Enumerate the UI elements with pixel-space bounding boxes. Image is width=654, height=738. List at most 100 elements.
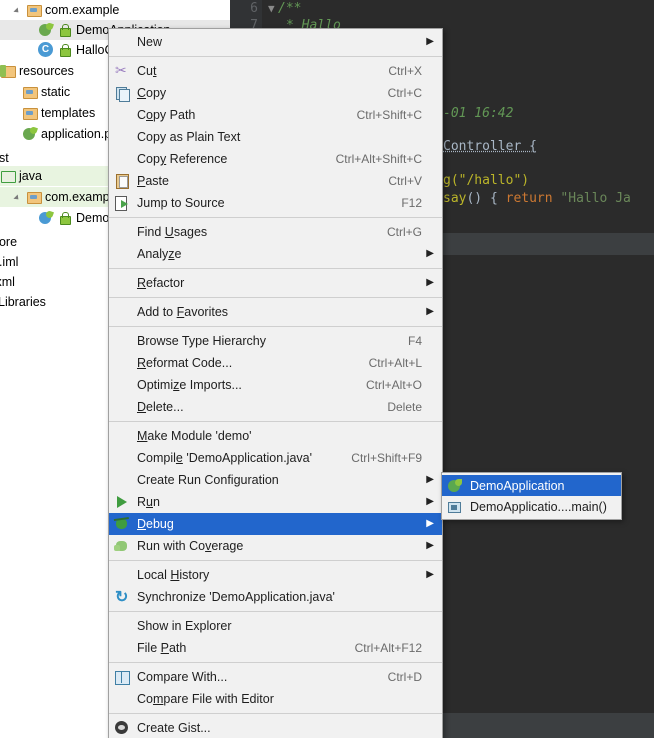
menu-item-label: Reformat Code... [137, 356, 233, 370]
menu-item-label: Analyze [137, 247, 182, 261]
menu-separator [109, 217, 442, 218]
menu-item-label: Paste [137, 174, 169, 188]
line-number-6: 6 [250, 1, 258, 16]
menu-item-label: New [137, 35, 163, 49]
java-run-icon [446, 499, 464, 515]
code-string-hallo: "Hallo Ja [552, 191, 631, 206]
tree-node-label: Libraries [0, 295, 46, 309]
menu-item-jump-to-source[interactable]: Jump to Source F12 [109, 192, 442, 214]
resources-folder-icon [0, 63, 16, 79]
screen-root: 6 7 ▼ /** * Hallo -01 16:42 Controller {… [0, 0, 654, 738]
menu-item-run-with-coverage[interactable]: Run with Coverage ▶ [109, 535, 442, 557]
menu-item-icon-placeholder [113, 34, 131, 50]
submenu-arrow-icon: ▶ [426, 569, 434, 580]
menu-item-paste[interactable]: Paste Ctrl+V [109, 170, 442, 192]
menu-item-compare-with[interactable]: Compare With... Ctrl+D [109, 666, 442, 688]
spring-run-icon [446, 478, 464, 494]
tree-node-label: est [0, 151, 9, 165]
menu-item-icon-placeholder [113, 450, 131, 466]
menu-item-label: Debug [137, 517, 174, 531]
chevron-down-icon[interactable] [14, 5, 25, 16]
menu-item-create-gist[interactable]: Create Gist... [109, 717, 442, 738]
menu-item-debug[interactable]: Debug ▶ [109, 513, 442, 535]
menu-item-label: Compare With... [137, 670, 228, 684]
menu-item-local-history[interactable]: Local History ▶ [109, 564, 442, 586]
scissors-icon [113, 62, 131, 79]
menu-item-file-path[interactable]: File Path Ctrl+Alt+F12 [109, 637, 442, 659]
menu-item-icon-placeholder [113, 618, 131, 634]
menu-item-synchronize[interactable]: Synchronize 'DemoApplication.java' [109, 586, 442, 608]
menu-item-compile[interactable]: Compile 'DemoApplication.java' Ctrl+Shift… [109, 447, 442, 469]
menu-item-new[interactable]: New ▶ [109, 31, 442, 53]
tree-node-label: static [41, 85, 71, 99]
lock-icon [57, 22, 73, 38]
menu-item-icon-placeholder [113, 640, 131, 656]
debug-submenu[interactable]: DemoApplication DemoApplicatio....main() [441, 472, 622, 520]
menu-item-copy-as-plain-text[interactable]: Copy as Plain Text [109, 126, 442, 148]
menu-item-label: Create Gist... [137, 721, 211, 735]
menu-item-show-in-explorer[interactable]: Show in Explorer [109, 615, 442, 637]
menu-item-add-to-favorites[interactable]: Add to Favorites ▶ [109, 301, 442, 323]
menu-item-find-usages[interactable]: Find Usages Ctrl+G [109, 221, 442, 243]
menu-item-icon-placeholder [113, 377, 131, 393]
tree-node-com-example-main[interactable]: com.example [0, 0, 230, 20]
code-line-doc-open: /** [278, 1, 302, 16]
menu-item-label: Compile 'DemoApplication.java' [137, 451, 313, 465]
submenu-arrow-icon: ▶ [426, 306, 434, 317]
code-line-controller: Controller { [443, 139, 537, 154]
folder-icon [22, 105, 38, 121]
menu-item-icon-placeholder [113, 246, 131, 262]
menu-item-analyze[interactable]: Analyze ▶ [109, 243, 442, 265]
menu-item-compare-file-with-editor[interactable]: Compare File with Editor [109, 688, 442, 710]
context-menu[interactable]: New ▶ Cut Ctrl+X Copy Ctrl+C Copy Path Ctrl+Shi… [108, 28, 443, 738]
menu-item-label: Optimize Imports... [137, 378, 242, 392]
code-method-parens: () { [466, 191, 506, 206]
menu-separator [109, 326, 442, 327]
menu-item-cut[interactable]: Cut Ctrl+X [109, 60, 442, 82]
coverage-icon [113, 538, 131, 554]
menu-separator [109, 662, 442, 663]
menu-item-optimize-imports[interactable]: Optimize Imports... Ctrl+Alt+O [109, 374, 442, 396]
menu-item-shortcut: Delete [387, 400, 422, 414]
menu-item-shortcut: F4 [407, 334, 422, 348]
folder-icon [26, 189, 42, 205]
menu-item-icon-placeholder [113, 691, 131, 707]
tree-node-label: java [19, 169, 42, 183]
menu-item-copy[interactable]: Copy Ctrl+C [109, 82, 442, 104]
code-line-method: say() { return "Hallo Ja [443, 191, 631, 206]
menu-item-label: Jump to Source [137, 196, 225, 210]
debug-submenu-item-demo-application[interactable]: DemoApplication [442, 475, 621, 496]
menu-item-shortcut: F12 [401, 196, 422, 210]
menu-item-icon-placeholder [113, 567, 131, 583]
menu-item-copy-path[interactable]: Copy Path Ctrl+Shift+C [109, 104, 442, 126]
submenu-arrow-icon: ▶ [426, 518, 434, 529]
submenu-arrow-icon: ▶ [426, 540, 434, 551]
menu-item-icon-placeholder [113, 129, 131, 145]
chevron-down-icon[interactable] [14, 192, 25, 203]
java-class-icon [38, 42, 54, 58]
menu-item-create-run-config[interactable]: Create Run Configuration ▶ [109, 469, 442, 491]
menu-item-make-module[interactable]: Make Module 'demo' [109, 425, 442, 447]
submenu-arrow-icon: ▶ [426, 36, 434, 47]
code-fold-marker[interactable]: ▼ [268, 2, 275, 15]
menu-item-shortcut: Ctrl+Alt+L [368, 356, 422, 370]
menu-item-reformat-code[interactable]: Reformat Code... Ctrl+Alt+L [109, 352, 442, 374]
menu-item-label: Cut [137, 64, 157, 78]
menu-item-copy-reference[interactable]: Copy Reference Ctrl+Alt+Shift+C [109, 148, 442, 170]
menu-item-run[interactable]: Run ▶ [109, 491, 442, 513]
menu-item-icon-placeholder [113, 333, 131, 349]
submenu-arrow-icon: ▶ [426, 277, 434, 288]
menu-item-refactor[interactable]: Refactor ▶ [109, 272, 442, 294]
menu-item-label: Copy [137, 86, 167, 100]
menu-item-label: Show in Explorer [137, 619, 232, 633]
menu-item-shortcut: Ctrl+V [388, 174, 422, 188]
menu-item-label: Make Module 'demo' [137, 429, 252, 443]
menu-item-delete[interactable]: Delete... Delete [109, 396, 442, 418]
menu-separator [109, 297, 442, 298]
debug-submenu-item-demo-application-main[interactable]: DemoApplicatio....main() [442, 496, 621, 517]
menu-item-shortcut: Ctrl+Shift+F9 [351, 451, 422, 465]
menu-item-shortcut: Ctrl+C [387, 86, 422, 100]
menu-item-label: File Path [137, 641, 187, 655]
menu-separator [109, 713, 442, 714]
menu-item-browse-type-hierarchy[interactable]: Browse Type Hierarchy F4 [109, 330, 442, 352]
